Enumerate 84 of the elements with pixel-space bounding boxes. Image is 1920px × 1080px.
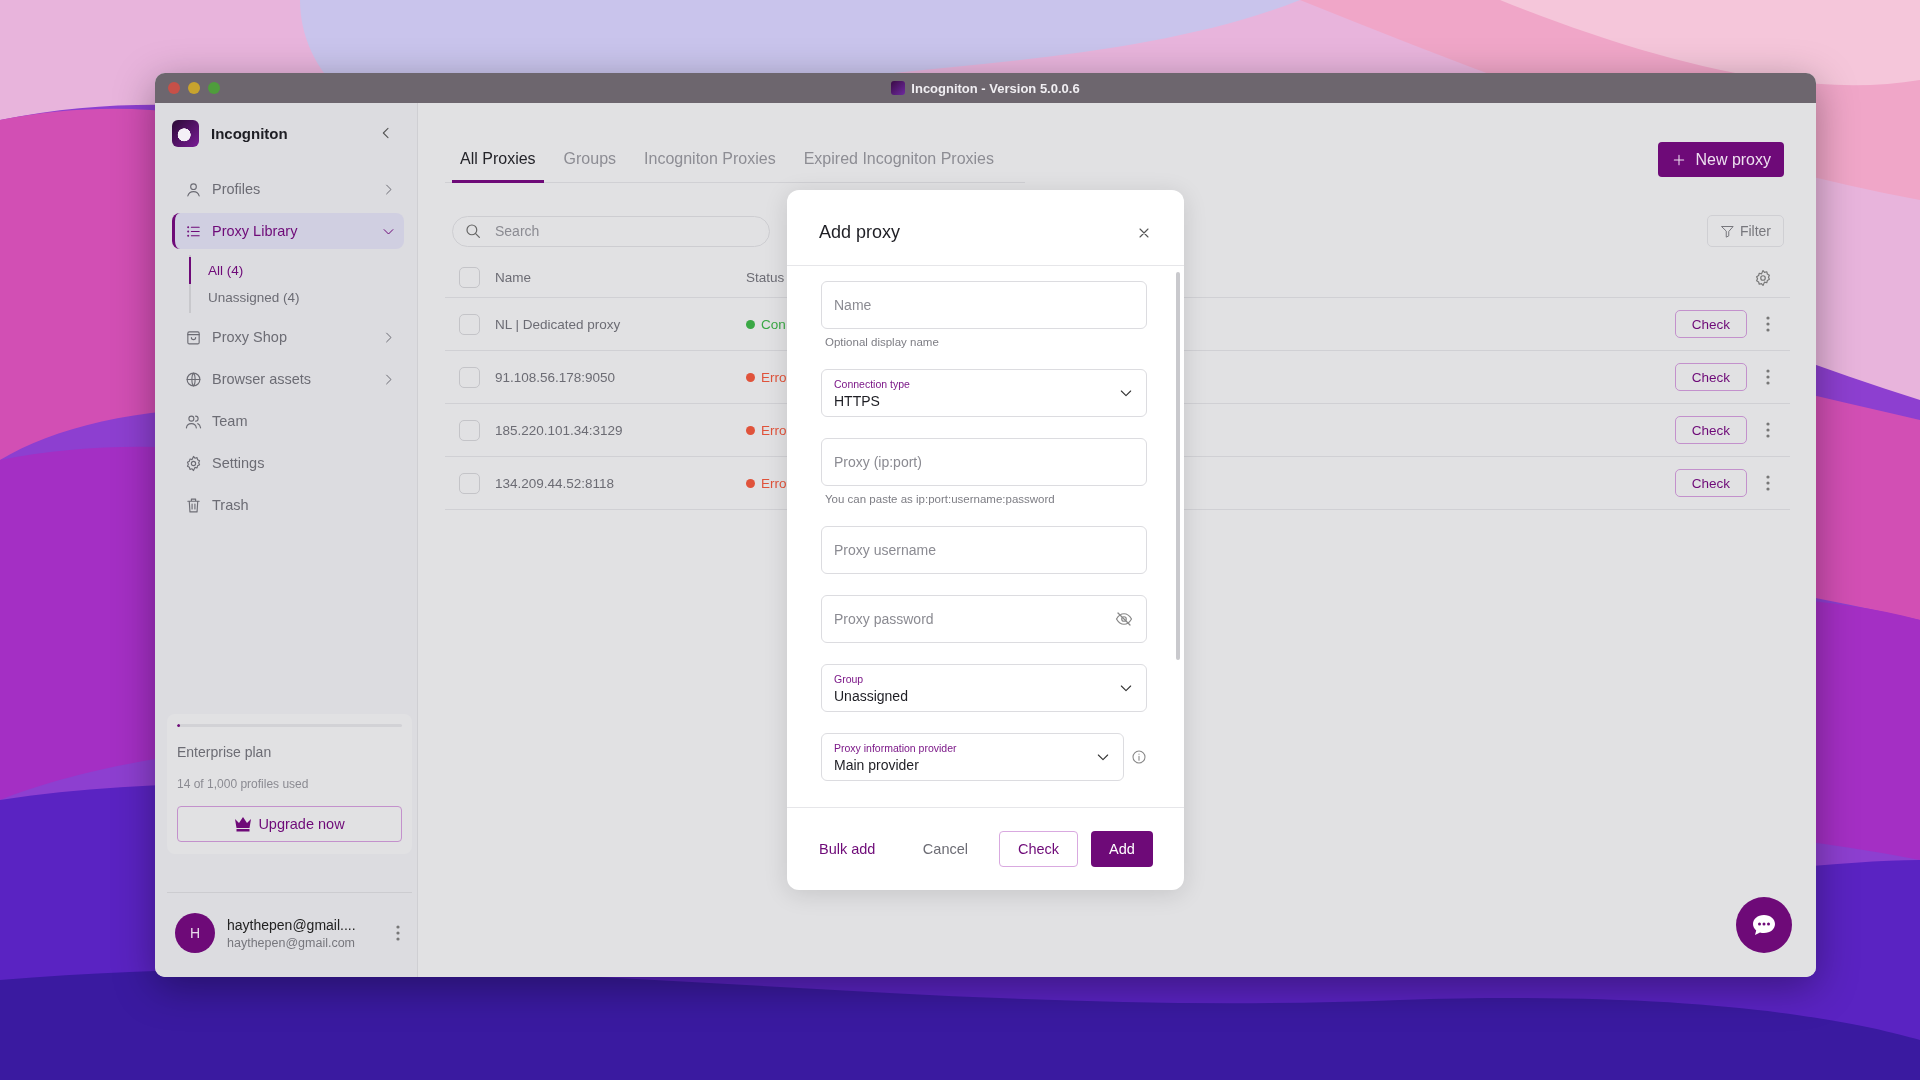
field-value: Unassigned [834,687,909,704]
table-cell-text: 134.209.44.52:8118 [495,475,616,491]
helper-text: You can paste as ip:port:username:password [825,493,1056,505]
minimize-window-button[interactable] [188,82,200,94]
check-button[interactable]: Check [999,831,1078,867]
helper-text: Optional display name [825,336,940,348]
chat-icon [1751,913,1777,937]
table-cell-text: 185.220.101.34:3129 [495,422,624,438]
nav-label: Proxy Shop [212,329,288,345]
dropdown[interactable]: Connection type HTTPS [821,369,1147,417]
eye-off-icon[interactable] [1115,610,1133,628]
check-button[interactable]: Check [1675,363,1747,391]
search-icon [464,221,482,240]
field-label: Connection type [834,377,911,390]
globe-icon [185,370,202,388]
check-button[interactable]: Check [1675,310,1747,338]
field-label: Group [834,672,865,685]
dropdown[interactable]: Proxy information provider Main provider [821,733,1124,781]
nav-item[interactable]: Team [172,403,404,439]
tab[interactable]: All Proxies [452,146,544,183]
nav-item[interactable]: Settings [172,445,404,481]
nav-label: Trash [212,497,250,513]
nav-item[interactable]: Proxy Library [172,213,404,249]
settings-icon[interactable] [1754,268,1772,287]
scrollbar[interactable] [1176,272,1180,660]
status-text: Erro [761,369,787,385]
bag-icon [185,328,202,346]
app-logo-icon [172,119,199,147]
user-name: haythepen@gmail.... [227,916,357,933]
search-field[interactable]: Search [452,215,770,247]
check-button[interactable]: Check [1675,416,1747,444]
field-value: Main provider [834,756,920,773]
add-button[interactable]: Add [1091,831,1153,867]
cancel-button[interactable]: Cancel [917,831,973,867]
window-title: Incogniton - Version 5.0.0.6 [911,80,1080,96]
bulk-add-link[interactable]: Bulk add [814,831,881,867]
chat-button[interactable] [1736,897,1792,953]
trash-icon [185,496,202,514]
nav-item[interactable]: Proxy Shop [172,319,404,355]
table-cell-text: NL | Dedicated proxy [495,316,622,332]
nav-item[interactable]: Trash [172,487,404,523]
zoom-window-button[interactable] [208,82,220,94]
checkbox[interactable] [459,313,480,335]
person-icon [185,180,202,198]
new-proxy-button[interactable]: New proxy [1658,142,1784,177]
check-button[interactable]: Check [1675,469,1747,497]
app-logo-icon [891,81,906,95]
field-value: HTTPS [834,392,881,409]
nav-label: Settings [212,455,266,471]
checkbox[interactable] [459,472,480,494]
sub-nav-item[interactable]: All (4) [189,257,404,284]
column-header: Name [495,270,532,285]
column-header: Status [746,270,786,285]
dialog-title: Add proxy [819,222,901,243]
nav-label: Profiles [212,181,262,197]
upgrade-button[interactable]: Upgrade now [177,806,402,842]
status-text: Erro [761,475,787,491]
status-text: Con [761,316,786,332]
status-text: Erro [761,422,787,438]
filter-icon [1719,223,1735,239]
checkbox[interactable] [459,267,480,288]
nav-label: Proxy Library [212,223,299,239]
crown-icon [234,816,253,832]
nav-item[interactable]: Profiles [172,171,404,207]
app-name: Incogniton [211,124,289,142]
password-field[interactable]: Proxy password [821,595,1147,643]
avatar[interactable]: H [175,913,215,953]
input-field[interactable]: Name [821,281,1147,329]
table-cell-text: 91.108.56.178:9050 [495,369,617,385]
nav-item[interactable]: Browser assets [172,361,404,397]
usage-text: 14 of 1,000 profiles used [177,777,310,791]
sub-nav-item[interactable]: Unassigned (4) [189,284,404,311]
nav-label: Browser assets [212,371,313,387]
input-field[interactable]: Proxy username [821,526,1147,574]
plan-name: Enterprise plan [177,744,273,760]
gear-icon [185,454,202,472]
dropdown[interactable]: Group Unassigned [821,664,1147,712]
checkbox[interactable] [459,366,480,388]
user-email: haythepen@gmail.com [227,935,357,950]
input-field[interactable]: Proxy (ip:port) [821,438,1147,486]
nav-label: Team [212,413,249,429]
info-icon[interactable] [1131,749,1147,765]
field-label: Proxy information provider [834,741,958,754]
checkbox[interactable] [459,419,480,441]
